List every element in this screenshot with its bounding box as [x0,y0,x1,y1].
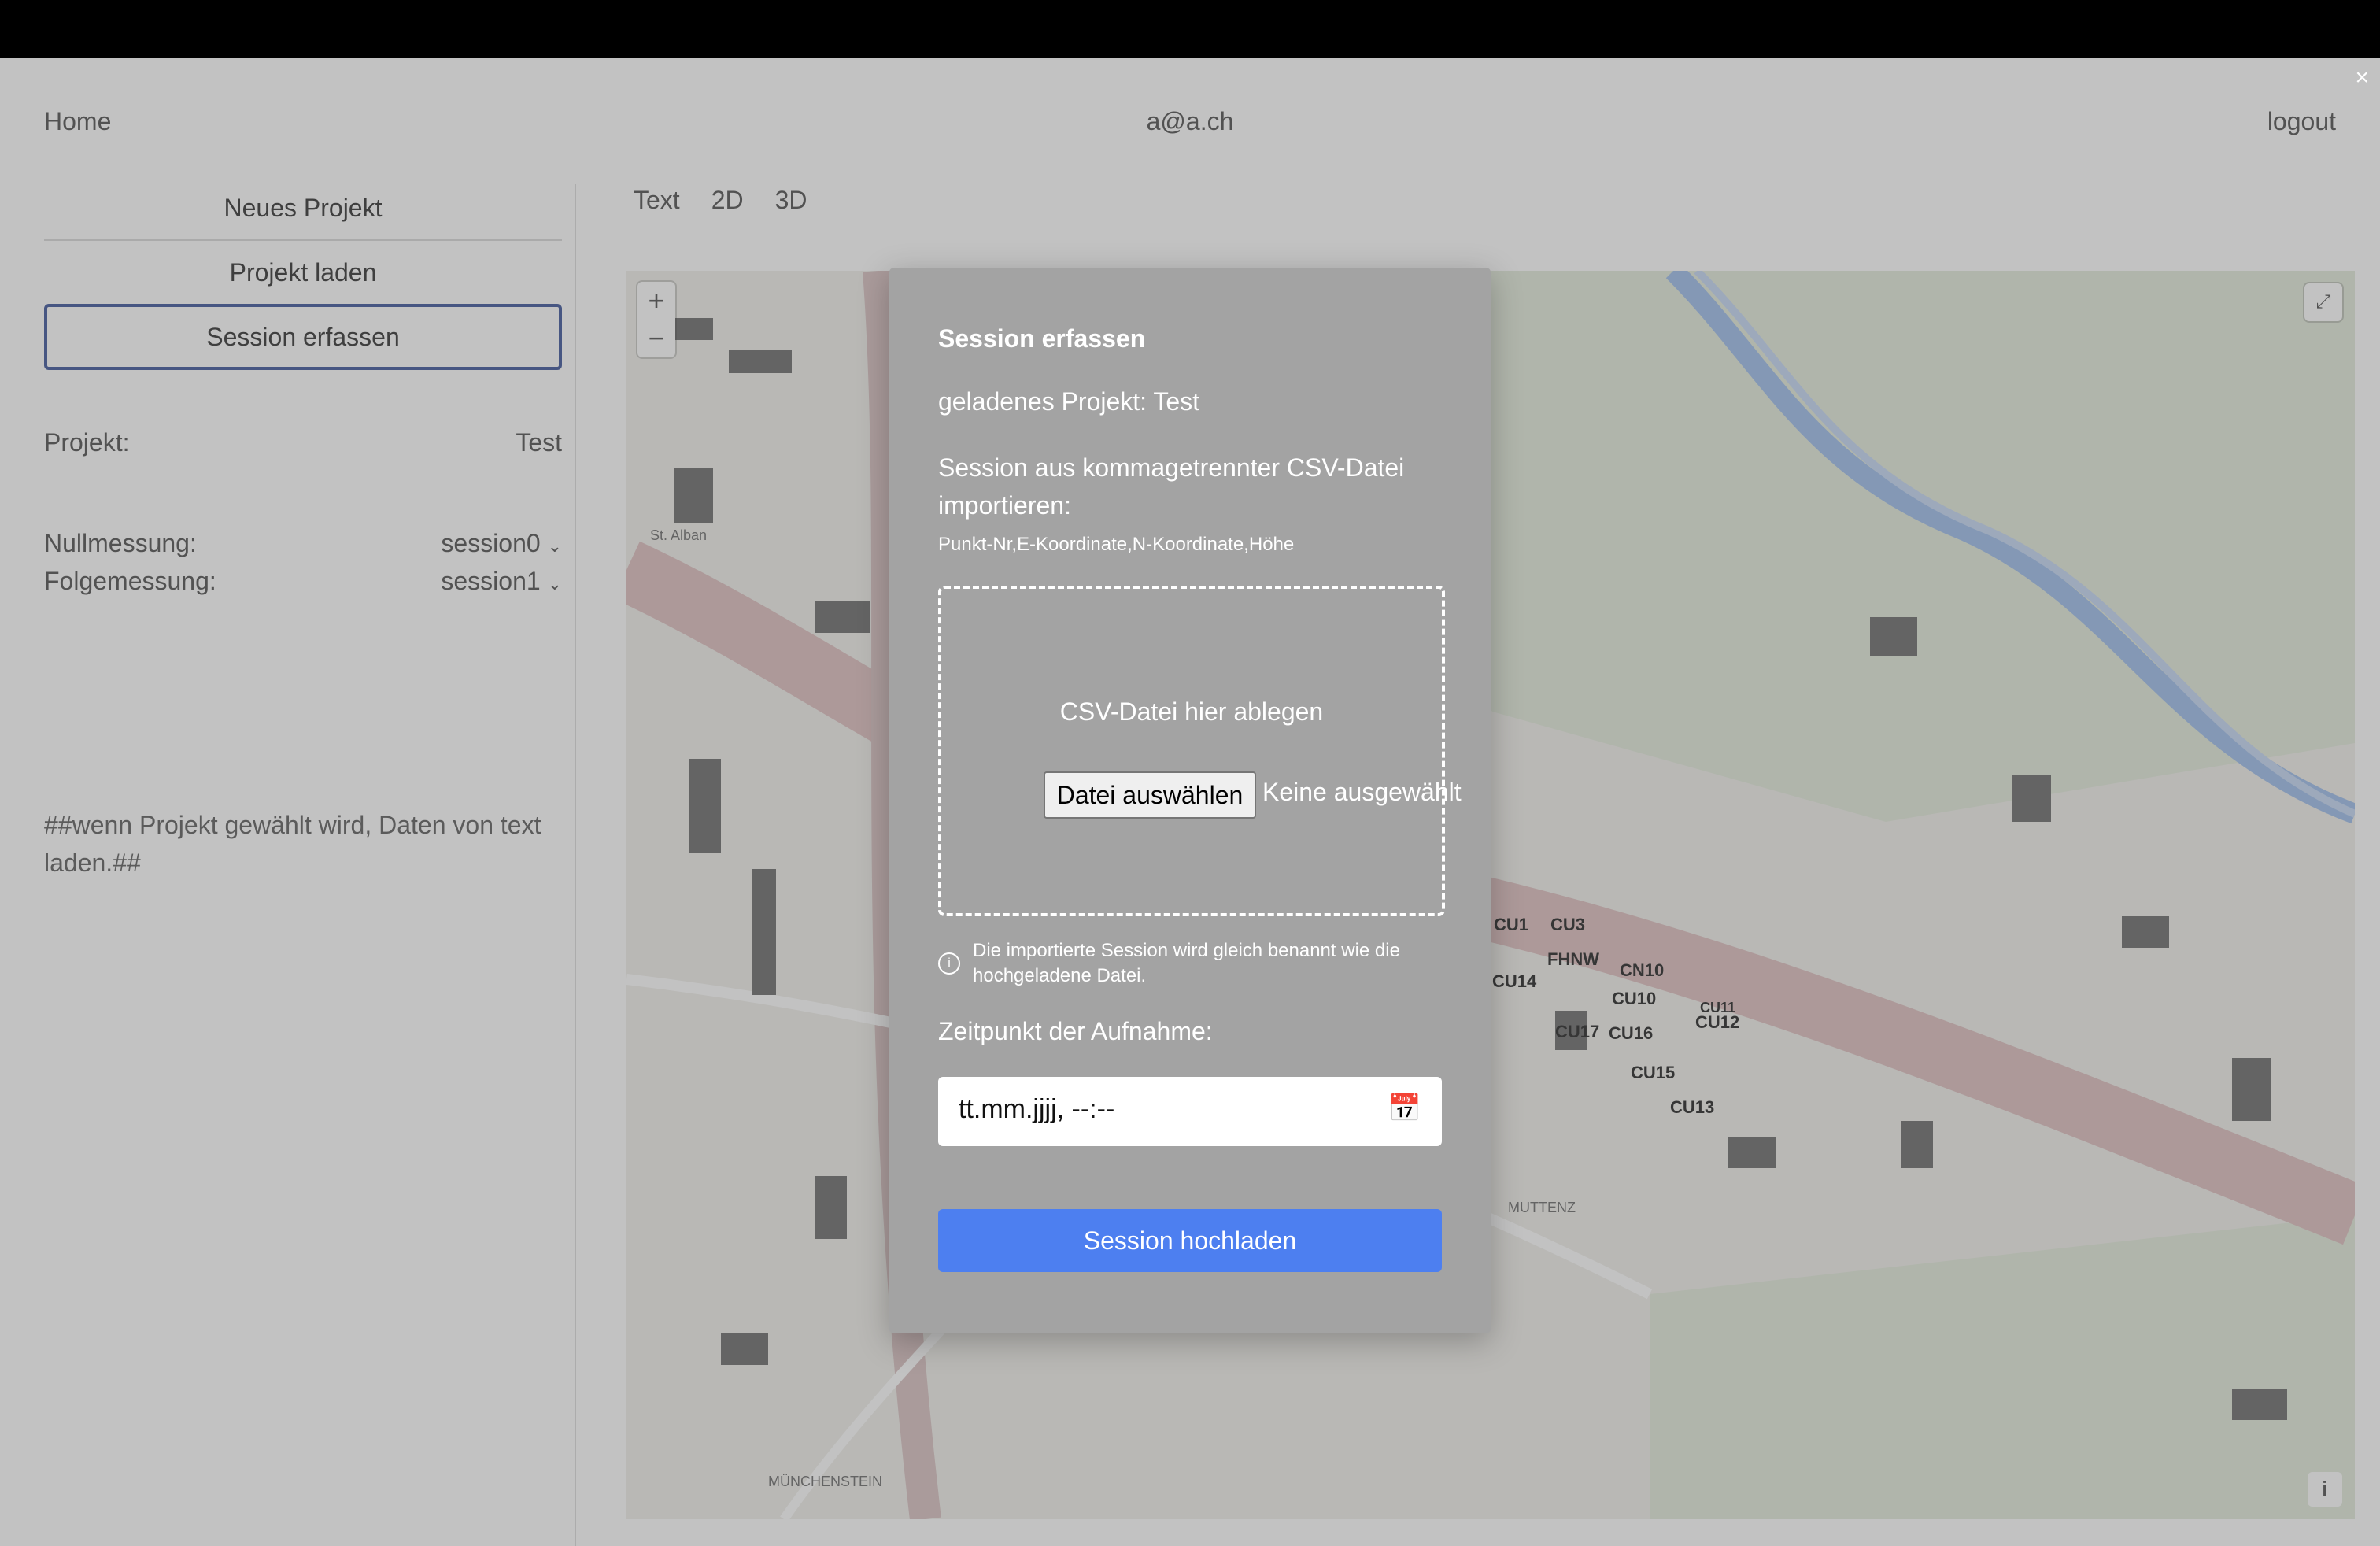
csv-drop-zone[interactable]: CSV-Datei hier ablegen Datei auswählen K… [938,586,1462,916]
drop-zone-text: CSV-Datei hier ablegen [1059,697,1324,726]
capture-datetime-input[interactable]: tt.mm.jjjj, --:-- 📅 [938,1077,1442,1146]
calendar-icon[interactable]: 📅 [1388,1093,1421,1124]
no-file-selected-text: Keine ausgewählt [1262,778,1462,806]
info-circle-icon: i [938,952,960,975]
close-icon[interactable]: × [2355,65,2369,91]
import-info-text: Die importierte Session wird gleich bena… [973,940,1400,986]
capture-time-label: Zeitpunkt der Aufnahme: [938,1017,1213,1045]
loaded-project-text: geladenes Projekt: Test [938,387,1200,416]
session-capture-modal: Session erfassen geladenes Projekt: Test… [889,268,1491,1333]
upload-session-button[interactable]: Session hochladen [938,1209,1442,1272]
csv-format-hint: Punkt-Nr,E-Koordinate,N-Koordinate,Höhe [938,534,1295,555]
choose-file-button[interactable]: Datei auswählen [1044,771,1256,819]
modal-title: Session erfassen [938,324,1146,353]
window-top-bar [0,0,2380,58]
import-instruction: Session aus kommagetrennter CSV-Datei im… [938,453,1405,520]
datetime-placeholder: tt.mm.jjjj, --:-- [959,1094,1115,1124]
